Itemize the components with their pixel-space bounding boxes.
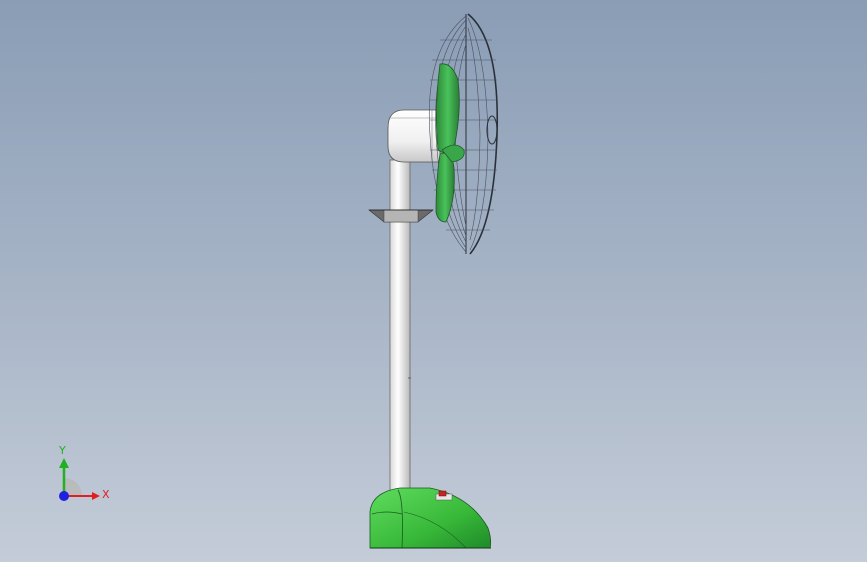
y-axis-label: Y bbox=[58, 444, 66, 457]
fan-base bbox=[369, 487, 492, 549]
fan-blades bbox=[435, 63, 465, 223]
x-axis-label: X bbox=[102, 488, 110, 501]
z-axis-dot bbox=[59, 491, 69, 501]
x-axis-arrow bbox=[92, 492, 100, 500]
coordinate-triad: Y X bbox=[58, 444, 110, 501]
y-axis-arrow bbox=[59, 458, 69, 468]
fan-model[interactable] bbox=[0, 0, 867, 562]
pole-collar bbox=[368, 209, 434, 223]
motor-housing bbox=[387, 109, 441, 163]
graphics-viewport[interactable]: Y X bbox=[0, 0, 867, 562]
